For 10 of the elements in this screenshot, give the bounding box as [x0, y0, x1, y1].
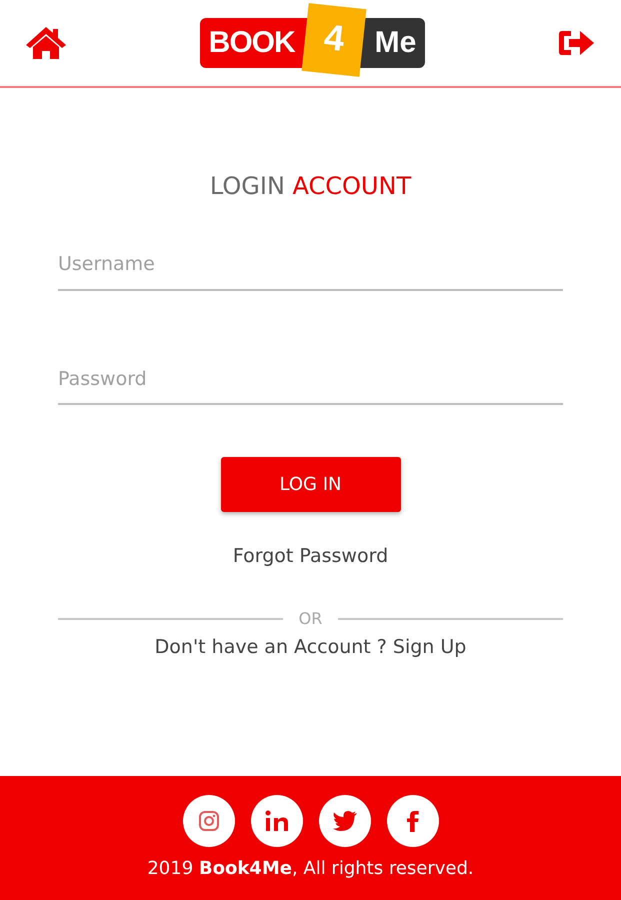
or-divider-text: OR: [298, 608, 322, 630]
input-field[interactable]: Username: [58, 244, 563, 290]
form-title: LOGIN ACCOUNT: [210, 171, 412, 202]
forgot-password-link[interactable]: Forgot Password: [232, 542, 388, 570]
copyright-text: 2019 Book4Me, All rights reserved.: [147, 856, 474, 880]
sign-up-link[interactable]: Don't have an Account ? Sign Up: [154, 632, 466, 661]
home-icon[interactable]: [24, 25, 68, 61]
login-button[interactable]: LOG IN: [220, 457, 400, 512]
input-field[interactable]: Password: [58, 358, 563, 405]
logo-text: 4: [301, 3, 366, 77]
